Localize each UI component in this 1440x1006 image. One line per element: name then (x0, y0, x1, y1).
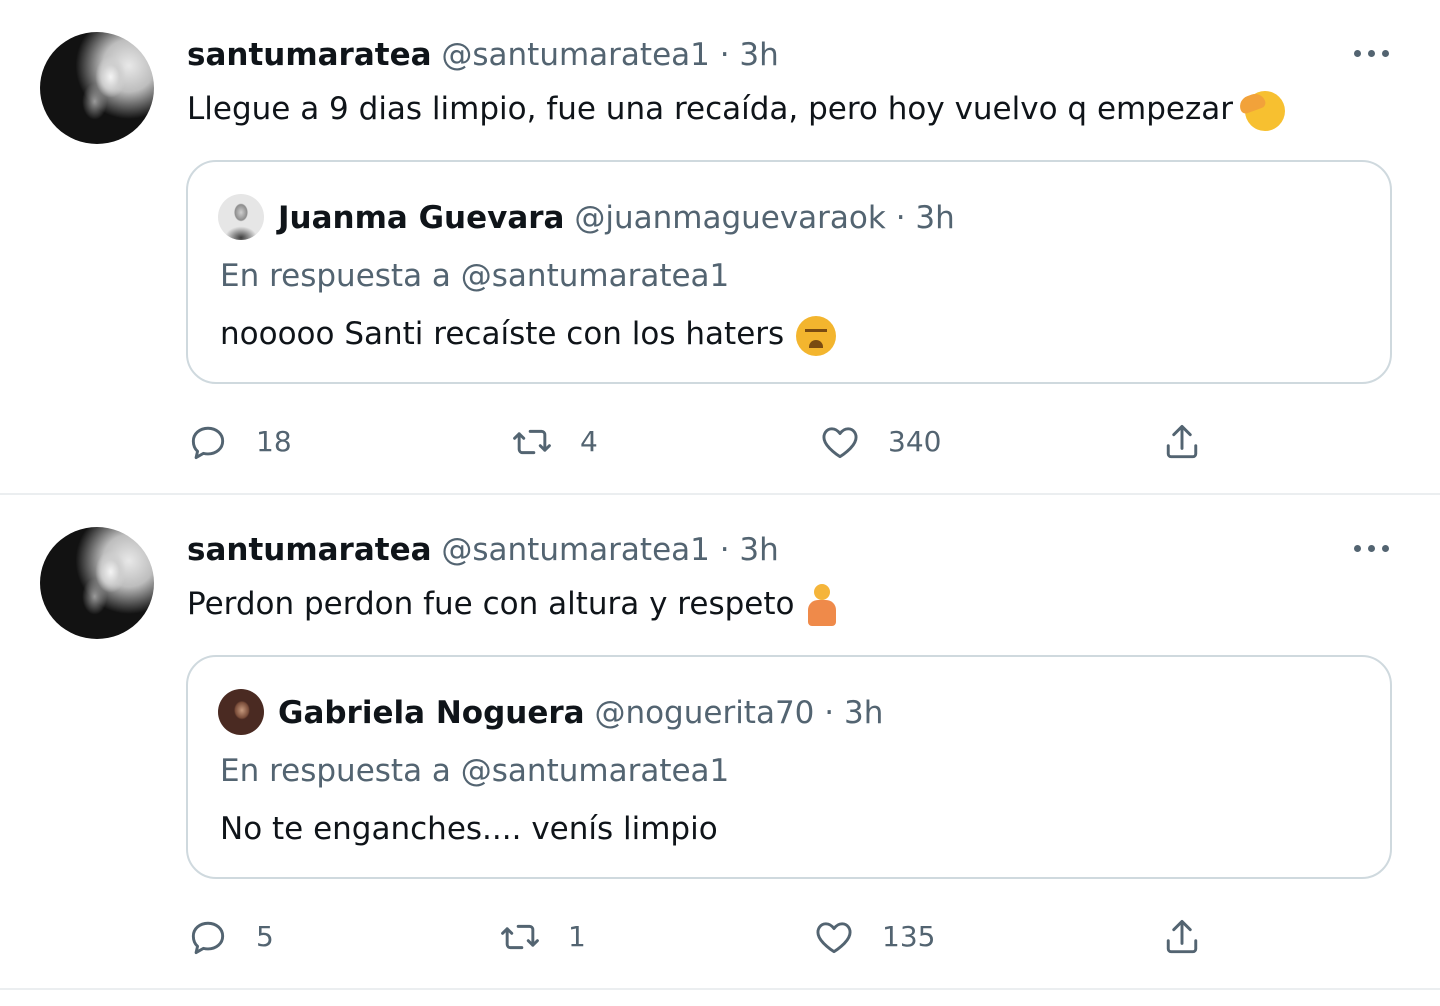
avatar[interactable] (40, 32, 154, 144)
person-in-lotus-position-emoji (806, 583, 837, 628)
heart-icon (816, 922, 852, 954)
quoted-header: Gabriela Noguera @noguerita70 · 3h (278, 691, 883, 735)
tweet-divider (0, 988, 1440, 990)
quoted-avatar (218, 194, 264, 240)
like-count: 340 (888, 425, 942, 458)
tweet-header: santumaratea @santumaratea1 · 3h (187, 528, 779, 572)
reply-context: En respuesta a @santumaratea1 (220, 258, 730, 294)
like-button[interactable]: 340 (818, 414, 941, 470)
quoted-text-content: nooooo Santi recaíste con los haters (220, 316, 785, 352)
avatar[interactable] (40, 527, 154, 639)
more-options-icon[interactable] (1352, 50, 1392, 62)
quoted-tweet[interactable]: Gabriela Noguera @noguerita70 · 3h En re… (186, 655, 1392, 879)
retweet-button[interactable]: 4 (510, 414, 598, 470)
retweet-icon (513, 429, 551, 455)
share-icon (1166, 919, 1198, 954)
like-count: 135 (882, 920, 936, 953)
tweet-text: Perdon perdon fue con altura y respeto (187, 581, 837, 628)
tired-face-emoji (796, 315, 837, 356)
quoted-author-name: Gabriela Noguera (278, 695, 585, 731)
tweet-header: santumaratea @santumaratea1 · 3h (187, 33, 779, 77)
tweet-text-content: Perdon perdon fue con altura y respeto (187, 586, 795, 622)
quoted-text-content: No te enganches.... venís limpio (220, 811, 718, 847)
quoted-handle-time: @noguerita70 · 3h (594, 695, 884, 731)
reply-count: 5 (256, 920, 274, 953)
reply-button[interactable]: 18 (186, 414, 292, 470)
quoted-tweet[interactable]: Juanma Guevara @juanmaguevaraok · 3h En … (186, 160, 1392, 384)
reply-icon (191, 921, 225, 955)
reply-icon (191, 426, 225, 460)
author-handle-time[interactable]: @santumaratea1 · 3h (441, 532, 778, 568)
author-name[interactable]: santumaratea (187, 532, 432, 568)
quoted-text: No te enganches.... venís limpio (220, 805, 718, 853)
tweet-actions: 18 4 340 (0, 414, 1440, 470)
quoted-handle-time: @juanmaguevaraok · 3h (574, 200, 955, 236)
tweet[interactable]: santumaratea @santumaratea1 · 3h Perdon … (0, 495, 1440, 988)
author-handle-time[interactable]: @santumaratea1 · 3h (441, 37, 778, 73)
heart-icon (822, 427, 858, 459)
quoted-header: Juanma Guevara @juanmaguevaraok · 3h (278, 196, 955, 240)
share-button[interactable] (1160, 909, 1204, 965)
share-button[interactable] (1160, 414, 1204, 470)
reply-count: 18 (256, 425, 292, 458)
reply-button[interactable]: 5 (186, 909, 274, 965)
face-with-hand-over-mouth-emoji (1244, 90, 1285, 131)
tweet-text: Llegue a 9 dias limpio, fue una recaída,… (187, 86, 1285, 132)
quoted-author-name: Juanma Guevara (278, 200, 565, 236)
tweet-actions: 5 1 135 (0, 909, 1440, 965)
retweet-count: 4 (580, 425, 598, 458)
retweet-icon (501, 924, 539, 950)
author-name[interactable]: santumaratea (187, 37, 432, 73)
quoted-avatar (218, 689, 264, 735)
more-options-icon[interactable] (1352, 545, 1392, 557)
quoted-text: nooooo Santi recaíste con los haters (220, 310, 837, 358)
tweet-text-content: Llegue a 9 dias limpio, fue una recaída,… (187, 91, 1233, 127)
reply-context: En respuesta a @santumaratea1 (220, 753, 730, 789)
share-icon (1166, 424, 1198, 459)
retweet-count: 1 (568, 920, 586, 953)
like-button[interactable]: 135 (812, 909, 935, 965)
tweet[interactable]: santumaratea @santumaratea1 · 3h Llegue … (0, 0, 1440, 493)
retweet-button[interactable]: 1 (498, 909, 586, 965)
